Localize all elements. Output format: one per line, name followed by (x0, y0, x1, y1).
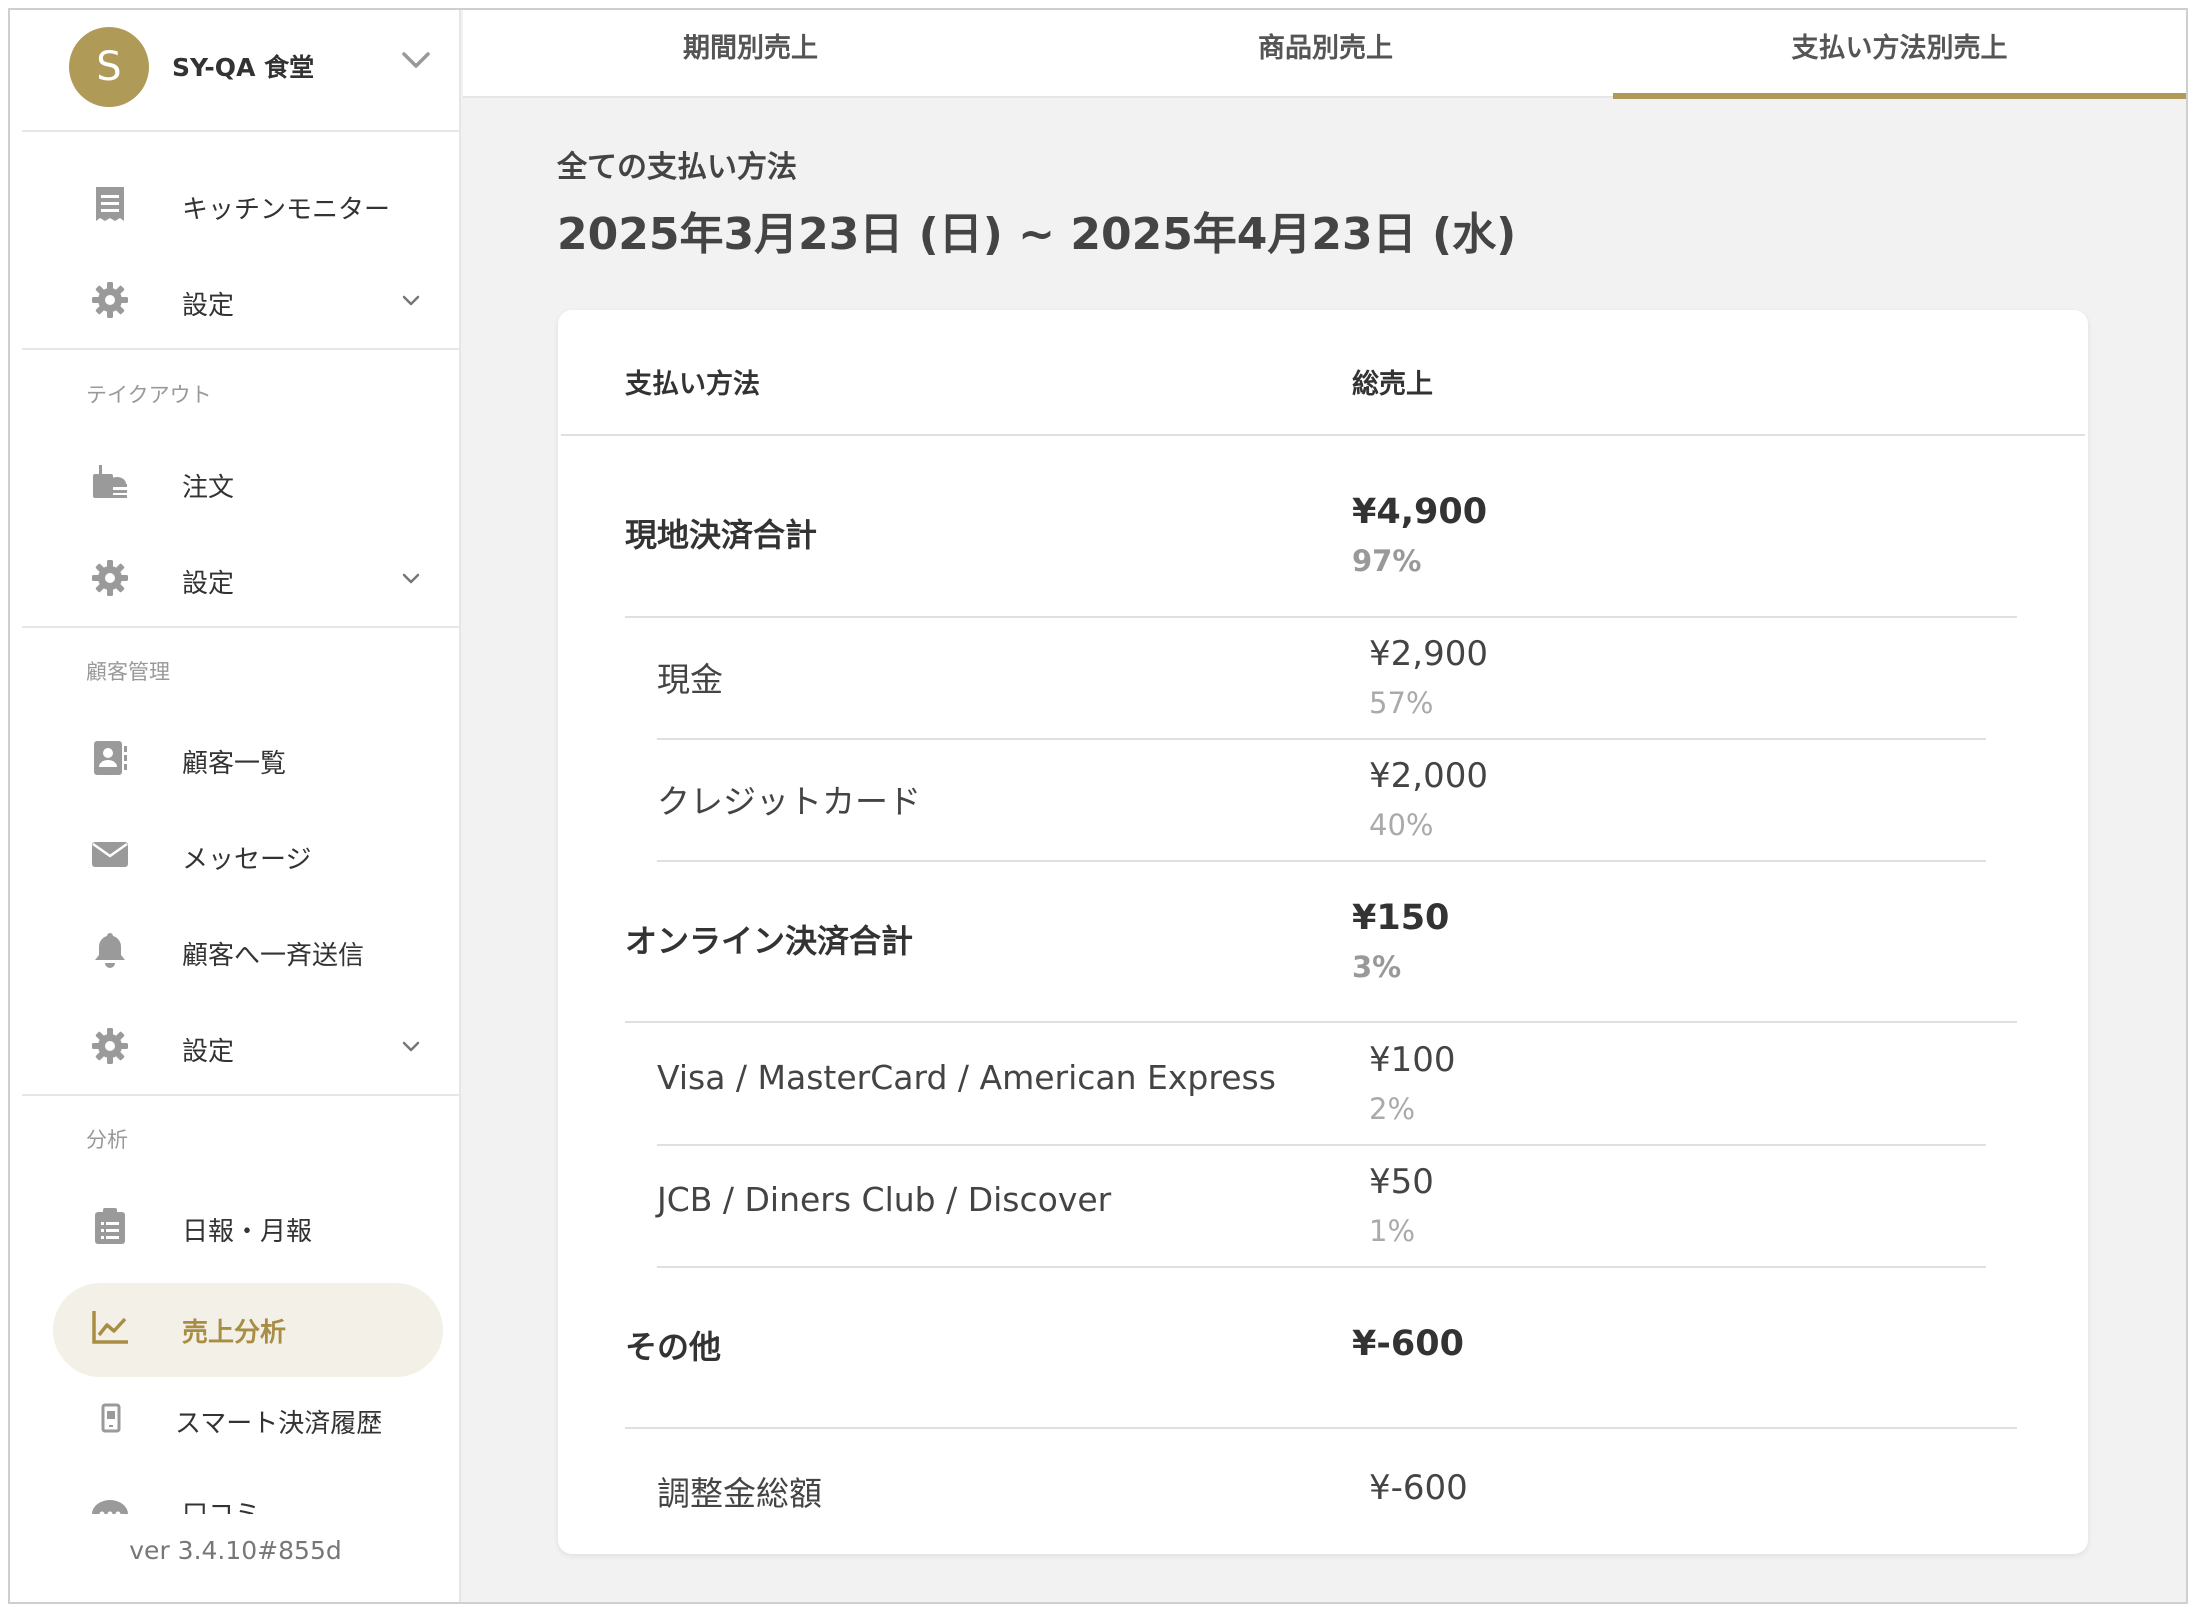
tab-bar: 期間別売上 商品別売上 支払い方法別売上 (463, 10, 2186, 99)
sidebar-item-broadcast[interactable]: 顧客へ一斉送信 (22, 910, 461, 990)
sidebar-item-order[interactable]: 注文 (22, 442, 461, 522)
store-avatar: S (69, 27, 149, 107)
store-switcher[interactable]: S SY-QA 食堂 (22, 10, 461, 132)
row-divider (657, 860, 1986, 862)
gear-icon (92, 282, 128, 318)
column-header-total: 総売上 (1352, 369, 1433, 400)
row-label: JCB / Diners Club / Discover (657, 1180, 1112, 1219)
sidebar-item-label: 設定 (182, 291, 235, 321)
row-divider (625, 1427, 2017, 1429)
sidebar-item-label: スマート決済履歴 (175, 1409, 383, 1439)
filter-heading: 全ての支払い方法 (557, 150, 797, 185)
sidebar-item-label: 顧客一覧 (182, 749, 287, 779)
row-divider (657, 1144, 1986, 1146)
sidebar-item-label: 口コミ (182, 1494, 260, 1514)
sidebar: S SY-QA 食堂 キッチンモニター 設定 テイクアウト 注文 設定 顧客管理… (10, 10, 461, 1602)
row-label: 調整金総額 (657, 1474, 822, 1513)
header-divider (561, 434, 2085, 436)
contact-card-icon (94, 741, 127, 775)
mobile-payment-icon (101, 1403, 121, 1433)
row-amount: ¥-600 (1369, 1468, 1468, 1508)
sidebar-item-message[interactable]: メッセージ (22, 814, 461, 894)
bell-icon (95, 933, 125, 968)
sidebar-item-takeout-settings[interactable]: 設定 (22, 538, 461, 618)
row-percent: 1% (1369, 1214, 1416, 1248)
sidebar-item-label: 日報・月報 (182, 1217, 313, 1247)
section-customer-management: 顧客管理 (86, 660, 170, 684)
gear-icon (92, 1028, 128, 1064)
date-range: 2025年3月23日 (日) ~ 2025年4月23日 (水) (557, 209, 1517, 260)
sidebar-item-reviews[interactable]: 口コミ (22, 1474, 461, 1514)
row-amount: ¥50 (1369, 1162, 1434, 1202)
divider (22, 348, 461, 350)
review-icon (92, 1500, 128, 1514)
tab-label: 支払い方法別売上 (1791, 33, 2008, 64)
sidebar-item-label: メッセージ (182, 845, 312, 875)
sidebar-item-customer-settings[interactable]: 設定 (22, 1006, 461, 1086)
row-percent: 3% (1352, 950, 1402, 984)
sidebar-item-kitchen-settings[interactable]: 設定 (22, 260, 461, 340)
app-version: ver 3.4.10#855d (129, 1536, 342, 1565)
tab-sales-by-payment-method[interactable]: 支払い方法別売上 (1613, 10, 2186, 99)
sidebar-item-label: 顧客へ一斉送信 (182, 941, 365, 971)
clipboard-icon (95, 1208, 125, 1244)
app-window: S SY-QA 食堂 キッチンモニター 設定 テイクアウト 注文 設定 顧客管理… (8, 8, 2188, 1604)
sidebar-item-label: キッチンモニター (182, 195, 391, 225)
row-percent: 57% (1369, 686, 1434, 720)
row-label: クレジットカード (657, 782, 921, 821)
chevron-down-icon[interactable] (396, 40, 436, 80)
divider (22, 1094, 461, 1096)
chevron-down-icon[interactable] (397, 564, 425, 592)
tab-sales-by-product[interactable]: 商品別売上 (1038, 10, 1613, 98)
divider (22, 626, 461, 628)
row-amount: ¥100 (1369, 1040, 1456, 1080)
row-amount: ¥150 (1352, 898, 1450, 938)
row-label: オンライン決済合計 (625, 922, 914, 960)
row-percent: 2% (1369, 1092, 1416, 1126)
gear-icon (92, 560, 128, 596)
receipt-icon (96, 187, 124, 221)
sidebar-item-label: 売上分析 (182, 1318, 287, 1348)
row-amount: ¥2,000 (1369, 756, 1488, 796)
row-label: 現地決済合計 (625, 516, 818, 554)
store-name: SY-QA 食堂 (172, 53, 315, 82)
row-divider (657, 1266, 1986, 1268)
chevron-down-icon[interactable] (397, 1032, 425, 1060)
sidebar-item-sales-analysis[interactable]: 売上分析 (22, 1280, 461, 1377)
tab-label: 商品別売上 (1258, 33, 1393, 64)
row-divider (625, 616, 2017, 618)
sidebar-item-smart-payment-history[interactable]: スマート決済履歴 (22, 1378, 461, 1458)
row-label: 現金 (657, 660, 723, 699)
row-amount: ¥2,900 (1369, 634, 1488, 674)
sidebar-item-label: 設定 (182, 569, 235, 599)
envelope-icon (92, 842, 128, 867)
payment-method-table: 支払い方法 総売上 現地決済合計 ¥4,900 97% 現金 ¥2,900 57… (558, 310, 2088, 1554)
chevron-down-icon[interactable] (397, 286, 425, 314)
section-takeout: テイクアウト (86, 383, 212, 407)
row-label: Visa / MasterCard / American Express (657, 1058, 1276, 1097)
takeout-icon (93, 465, 127, 498)
row-amount: ¥-600 (1352, 1324, 1464, 1364)
column-header-method: 支払い方法 (625, 369, 760, 400)
row-divider (625, 1021, 2017, 1023)
active-tab-indicator (1613, 93, 2186, 99)
sidebar-item-label: 注文 (182, 473, 235, 503)
sidebar-item-kitchen-monitor[interactable]: キッチンモニター (22, 164, 461, 244)
row-amount: ¥4,900 (1352, 492, 1488, 532)
row-divider (657, 738, 1986, 740)
row-percent: 40% (1369, 808, 1434, 842)
sidebar-item-label: 設定 (182, 1037, 235, 1067)
section-analytics: 分析 (86, 1128, 128, 1152)
row-percent: 97% (1352, 544, 1422, 578)
tab-sales-by-period[interactable]: 期間別売上 (463, 10, 1038, 98)
row-label: その他 (625, 1328, 722, 1366)
sidebar-clip: 口コミ (22, 1474, 461, 1514)
sidebar-item-reports[interactable]: 日報・月報 (22, 1186, 461, 1266)
tab-label: 期間別売上 (683, 33, 818, 64)
sidebar-item-customer-list[interactable]: 顧客一覧 (22, 718, 461, 798)
line-chart-icon (92, 1311, 128, 1344)
